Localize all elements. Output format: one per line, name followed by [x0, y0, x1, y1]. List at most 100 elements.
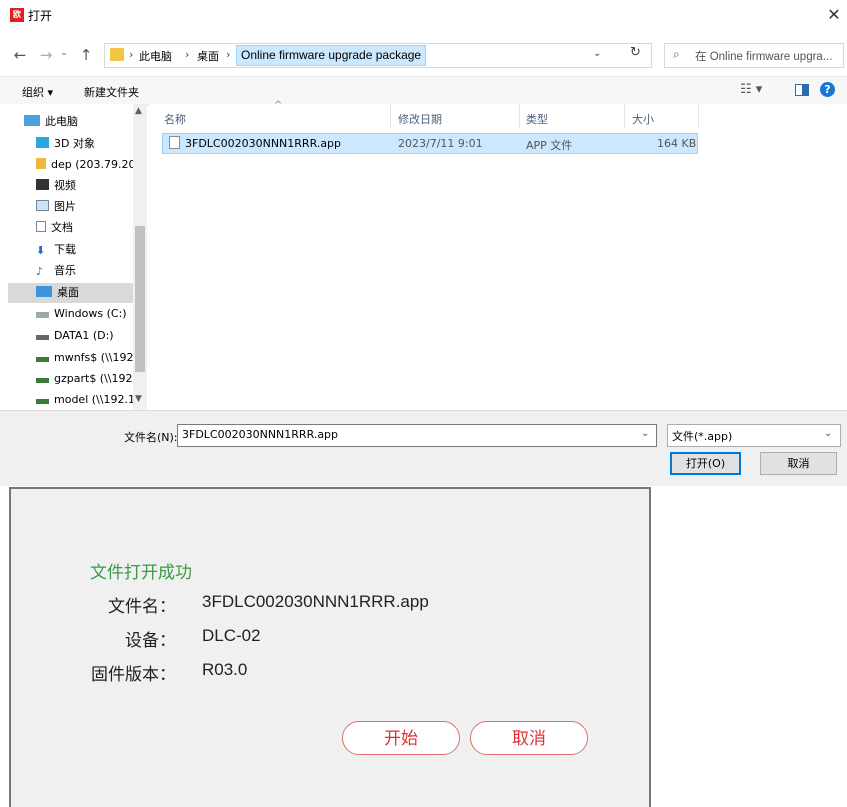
organize-button[interactable]: 组织 ▾ [22, 84, 53, 100]
file-name: 3FDLC002030NNN1RRR.app [185, 137, 342, 150]
user-folder-icon [36, 158, 46, 169]
nav-scrollbar[interactable]: ▲ ▼ [133, 104, 147, 410]
nav-item-music[interactable]: ♪ 音乐 [36, 261, 147, 281]
breadcrumb-separator-icon: › [226, 48, 231, 61]
nav-item-this-pc[interactable]: 此电脑 [24, 112, 136, 132]
nav-item-gzpart[interactable]: gzpart$ (\\192. [36, 369, 133, 389]
column-header-size[interactable]: 大小 [632, 111, 654, 127]
nav-item-label: model (\\192.1 [54, 393, 133, 406]
panel-cancel-button[interactable]: 取消 [470, 721, 588, 755]
search-input[interactable]: 在 Online firmware upgra... [695, 48, 841, 64]
music-icon: ♪ [36, 265, 44, 278]
firmware-version-value: R03.0 [202, 660, 248, 679]
network-drive-icon [36, 357, 49, 362]
back-arrow-icon[interactable]: ← [12, 46, 28, 64]
scroll-down-icon[interactable]: ▼ [135, 394, 142, 404]
success-message: 文件打开成功 [90, 563, 192, 583]
nav-item-label: mwnfs$ (\\192. [54, 351, 133, 364]
nav-item-3d-objects[interactable]: 3D 对象 [36, 134, 147, 154]
dialog-footer: 文件名(N): 3FDLC002030NNN1RRR.app ⌄ 文件(*.ap… [0, 410, 847, 486]
command-bar: 组织 ▾ 新建文件夹 ☷ ▾ ? [0, 76, 847, 106]
nav-item-label: DATA1 (D:) [54, 329, 114, 342]
3d-objects-icon [36, 137, 49, 148]
recent-chevron-down-icon[interactable]: ⌄ [56, 48, 72, 58]
nav-item-label: 图片 [54, 200, 76, 213]
drive-icon [36, 335, 49, 340]
computer-icon [24, 115, 40, 126]
column-divider[interactable] [390, 104, 391, 128]
nav-item-label: 文档 [51, 221, 73, 234]
nav-item-label: 音乐 [54, 264, 76, 277]
device-info-value: DLC-02 [202, 626, 261, 645]
folder-icon [110, 48, 124, 61]
start-button[interactable]: 开始 [342, 721, 460, 755]
nav-item-label: dep (203.79.20 [51, 158, 136, 171]
device-info-label: 设备： [125, 631, 176, 651]
table-row[interactable]: 3FDLC002030NNN1RRR.app 2023/7/11 9:01 AP… [162, 133, 698, 154]
file-type-value: 文件(*.app) [672, 430, 733, 443]
video-icon [36, 179, 49, 190]
address-box[interactable]: › 此电脑 › 桌面 › Online firmware upgrade pac… [104, 43, 652, 68]
nav-item-data1-d[interactable]: DATA1 (D:) [36, 326, 133, 346]
file-type: APP 文件 [526, 139, 573, 152]
view-options-icon[interactable]: ☷ ▾ [740, 82, 762, 97]
nav-item-videos[interactable]: 视频 [36, 176, 147, 196]
file-icon [169, 136, 180, 149]
nav-item-label: Windows (C:) [54, 307, 127, 320]
chevron-down-icon[interactable]: ⌄ [593, 48, 601, 59]
window-title: 打开 [28, 9, 53, 23]
forward-arrow-icon[interactable]: → [38, 46, 54, 64]
nav-item-model[interactable]: model (\\192.1 [36, 390, 133, 410]
nav-item-windows-c[interactable]: Windows (C:) [36, 304, 133, 324]
network-drive-icon [36, 399, 49, 404]
nav-item-mwnfs[interactable]: mwnfs$ (\\192. [36, 348, 133, 368]
windows-drive-icon [36, 312, 49, 318]
refresh-icon[interactable]: ↻ [630, 45, 641, 60]
file-list: ^ 名称 修改日期 类型 大小 3FDLC002030NNN1RRR.app 2… [150, 100, 847, 410]
column-header-type[interactable]: 类型 [526, 111, 548, 127]
column-header-modified[interactable]: 修改日期 [398, 111, 442, 127]
new-folder-button[interactable]: 新建文件夹 [84, 84, 139, 100]
column-divider[interactable] [624, 104, 625, 128]
app-icon: 欧 [10, 8, 24, 22]
breadcrumb-separator-icon: › [185, 48, 190, 61]
cancel-button[interactable]: 取消 [760, 452, 837, 475]
column-header-name[interactable]: 名称 [164, 111, 186, 127]
open-button[interactable]: 打开(O) [670, 452, 741, 475]
search-box[interactable]: ⌕ 在 Online firmware upgra... [664, 43, 844, 68]
nav-item-downloads[interactable]: ⬇ 下载 [36, 240, 147, 260]
navigation-pane: 此电脑 3D 对象 dep (203.79.20 视频 图片 文档 ⬇ 下载 ♪ 音… [0, 104, 147, 410]
nav-item-pictures[interactable]: 图片 [36, 197, 147, 217]
breadcrumb-current-folder[interactable]: Online firmware upgrade package [236, 45, 427, 66]
address-bar-row: ← → ⌄ ↑ › 此电脑 › 桌面 › Online firmware upg… [0, 38, 847, 74]
nav-item-label: 3D 对象 [54, 137, 95, 150]
filename-label: 文件名(N): [124, 431, 178, 444]
file-type-select[interactable]: 文件(*.app) ⌄ [667, 424, 841, 447]
scroll-thumb[interactable] [135, 226, 145, 372]
breadcrumb-desktop[interactable]: 桌面 [197, 48, 219, 64]
file-size: 164 KB [657, 137, 697, 150]
nav-item-dep[interactable]: dep (203.79.20 [36, 155, 147, 175]
close-icon[interactable]: ✕ [822, 3, 846, 27]
preview-pane-icon[interactable] [795, 84, 809, 96]
help-icon[interactable]: ? [820, 82, 835, 97]
filename-field[interactable]: 3FDLC002030NNN1RRR.app ⌄ [177, 424, 657, 447]
desktop-icon [36, 286, 52, 297]
up-arrow-icon[interactable]: ↑ [78, 46, 94, 64]
nav-item-label: 桌面 [57, 286, 79, 299]
scroll-up-icon[interactable]: ▲ [135, 106, 142, 116]
picture-icon [36, 200, 49, 211]
download-icon: ⬇ [36, 244, 46, 257]
nav-item-desktop[interactable]: 桌面 [8, 283, 133, 303]
breadcrumb-this-pc[interactable]: 此电脑 [139, 48, 172, 64]
firmware-info-panel: 文件打开成功 文件名： 3FDLC002030NNN1RRR.app 设备： D… [9, 487, 651, 807]
column-divider[interactable] [519, 104, 520, 128]
chevron-down-icon[interactable]: ⌄ [824, 428, 832, 439]
nav-item-label: 下载 [54, 243, 76, 256]
title-bar: 欧 打开 ✕ [0, 0, 847, 30]
filename-value: 3FDLC002030NNN1RRR.app [182, 428, 339, 441]
nav-item-documents[interactable]: 文档 [36, 218, 147, 238]
document-icon [36, 221, 46, 232]
chevron-down-icon[interactable]: ⌄ [641, 428, 649, 439]
column-divider[interactable] [698, 104, 699, 128]
